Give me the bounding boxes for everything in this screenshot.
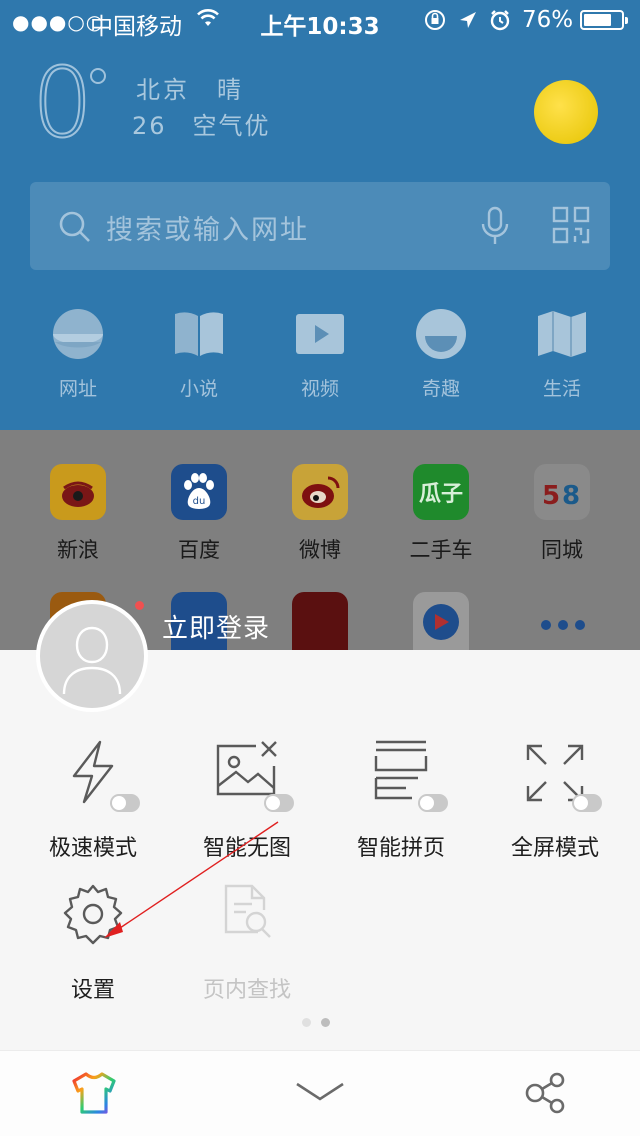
battery-fill xyxy=(584,14,611,26)
login-button[interactable]: 立即登录 xyxy=(162,608,270,645)
fullscreen-toggle[interactable] xyxy=(572,794,602,812)
menu-item-label: 极速模式 xyxy=(48,836,137,861)
app-baidu[interactable]: du 百度 xyxy=(139,430,259,564)
notification-dot xyxy=(135,601,144,610)
globe-icon xyxy=(52,308,104,360)
menu-item-no-image[interactable]: 智能无图 xyxy=(172,738,322,862)
skin-tshirt-icon[interactable] xyxy=(70,1071,118,1119)
find-in-page-icon xyxy=(212,880,282,950)
sun-icon xyxy=(534,80,598,144)
lightning-icon xyxy=(58,738,140,812)
gear-icon xyxy=(58,880,128,950)
header-area: ●●●○○ 中国移动 上午10:33 76% 0 北京 晴 26 空气优 搜索或… xyxy=(0,0,640,430)
page-merge-toggle[interactable] xyxy=(418,794,448,812)
status-icons xyxy=(424,8,516,38)
app-label: 二手车 xyxy=(409,538,473,562)
city-condition: 北京 晴 xyxy=(136,76,244,104)
share-icon[interactable] xyxy=(524,1071,566,1119)
quick-nav-item-web[interactable]: 网址 xyxy=(18,300,138,401)
location-arrow-icon xyxy=(460,12,476,28)
page-merge-icon xyxy=(366,738,448,812)
qr-scan-icon[interactable] xyxy=(552,206,590,248)
search-bar[interactable]: 搜索或输入网址 xyxy=(30,182,610,270)
fast-mode-toggle[interactable] xyxy=(110,794,140,812)
quick-nav-label: 网址 xyxy=(58,378,97,400)
app-label: 同城 xyxy=(541,538,583,562)
no-image-icon xyxy=(212,738,294,812)
rotation-lock-icon xyxy=(425,10,445,30)
app-sina[interactable]: 新浪 xyxy=(18,430,138,564)
app-partial-4[interactable] xyxy=(413,592,469,650)
menu-item-label: 设置 xyxy=(70,978,115,1003)
search-input[interactable]: 搜索或输入网址 xyxy=(106,208,309,247)
fullscreen-icon xyxy=(520,738,602,812)
quick-nav-label: 奇趣 xyxy=(421,378,460,400)
app-label: 百度 xyxy=(178,538,220,562)
page-dot-active xyxy=(321,1018,330,1027)
degree-icon xyxy=(90,68,106,84)
menu-item-label: 智能无图 xyxy=(202,836,291,861)
baidu-icon: du xyxy=(171,464,227,520)
menu-item-find-in-page[interactable]: 页内查找 xyxy=(172,880,322,1004)
air-quality: 26 空气优 xyxy=(132,112,271,140)
alarm-icon xyxy=(490,10,510,31)
app-guazi[interactable]: 瓜子 二手车 xyxy=(381,430,501,564)
quick-nav-item-fun[interactable]: 奇趣 xyxy=(381,300,501,401)
book-icon xyxy=(173,308,225,360)
quick-nav: 网址 小说 视频 奇趣 生活 xyxy=(0,300,640,410)
smile-icon xyxy=(415,308,467,360)
app-label: 微博 xyxy=(299,538,341,562)
search-icon xyxy=(58,210,92,248)
weibo-icon xyxy=(292,464,348,520)
menu-item-fullscreen[interactable]: 全屏模式 xyxy=(480,738,630,862)
quick-nav-label: 小说 xyxy=(179,378,218,400)
sina-icon xyxy=(50,464,106,520)
guazi-icon: 瓜子 xyxy=(413,464,469,520)
status-bar: ●●●○○ 中国移动 上午10:33 76% xyxy=(0,0,640,40)
battery-percent: 76% xyxy=(522,7,574,33)
svg-text:du: du xyxy=(193,496,206,507)
svg-text:5: 5 xyxy=(542,481,560,511)
menu-item-label: 全屏模式 xyxy=(510,836,599,861)
app-weibo[interactable]: 微博 xyxy=(260,430,380,564)
avatar[interactable] xyxy=(36,600,148,712)
menu-item-fast-mode[interactable]: 极速模式 xyxy=(18,738,168,862)
quick-nav-label: 视频 xyxy=(300,378,339,400)
58-icon: 58 xyxy=(534,464,590,520)
quick-nav-item-life[interactable]: 生活 xyxy=(502,300,622,401)
temperature: 0 xyxy=(31,47,94,159)
page-dot xyxy=(302,1018,311,1027)
bottom-toolbar xyxy=(0,1050,640,1136)
app-label: 新浪 xyxy=(57,538,99,562)
no-image-toggle[interactable] xyxy=(264,794,294,812)
collapse-menu-chevron-icon[interactable] xyxy=(295,1081,345,1107)
microphone-icon[interactable] xyxy=(480,206,510,250)
quick-nav-item-video[interactable]: 视频 xyxy=(260,300,380,401)
menu-item-settings[interactable]: 设置 xyxy=(18,880,168,1004)
battery-icon xyxy=(580,10,628,30)
quick-nav-label: 生活 xyxy=(542,378,581,400)
more-icon[interactable] xyxy=(540,616,586,635)
quick-nav-item-novel[interactable]: 小说 xyxy=(139,300,259,401)
map-icon xyxy=(536,308,588,360)
page-indicator xyxy=(302,1012,340,1031)
svg-text:8: 8 xyxy=(562,481,580,511)
menu-item-label: 页内查找 xyxy=(202,978,291,1003)
app-partial-3[interactable] xyxy=(292,592,348,650)
svg-text:瓜子: 瓜子 xyxy=(419,482,463,507)
menu-item-page-merge[interactable]: 智能拼页 xyxy=(326,738,476,862)
menu-item-label: 智能拼页 xyxy=(356,836,445,861)
video-icon xyxy=(294,308,346,360)
app-58[interactable]: 58 同城 xyxy=(502,430,622,564)
